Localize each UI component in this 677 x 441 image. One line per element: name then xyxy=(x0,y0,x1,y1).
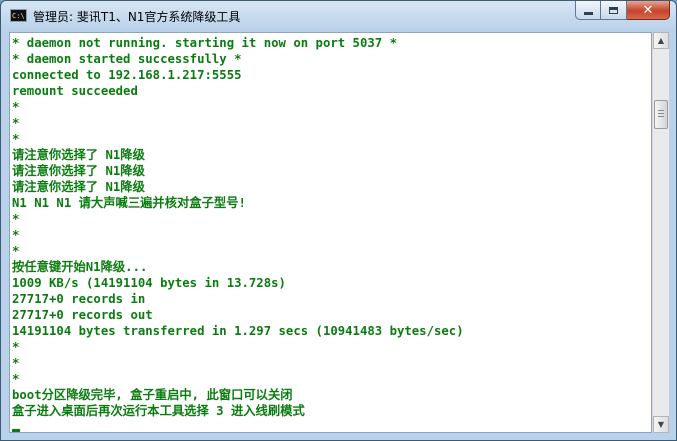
console-line: 27717+0 records in xyxy=(12,292,146,306)
console-line: * daemon not running. starting it now on… xyxy=(12,36,397,50)
console-lines: * daemon not running. starting it now on… xyxy=(12,35,464,419)
minimize-button[interactable] xyxy=(575,1,601,20)
console-line: * xyxy=(12,100,20,114)
console-line: 27717+0 records out xyxy=(12,308,153,322)
window-controls: ✕ xyxy=(575,1,670,21)
console-line: 盒子进入桌面后再次运行本工具选择 3 进入线刷模式 xyxy=(12,404,305,418)
title-bar[interactable]: C:\ 管理员: 斐讯T1、N1官方系统降级工具 ✕ xyxy=(1,1,676,33)
console-line: boot分区降级完毕, 盒子重启中, 此窗口可以关闭 xyxy=(12,388,293,402)
console-line: * xyxy=(12,340,20,354)
maximize-icon xyxy=(609,6,618,14)
console-line: * xyxy=(12,244,20,258)
scroll-down-button[interactable]: ▼ xyxy=(653,416,669,433)
scroll-thumb[interactable] xyxy=(654,100,668,129)
console-line: * xyxy=(12,212,20,226)
console-line: * xyxy=(12,132,20,146)
thumb-grip xyxy=(658,110,664,111)
console-line: N1 N1 N1 请大声喊三遍并核对盒子型号! xyxy=(12,196,246,210)
maximize-button[interactable] xyxy=(601,1,627,20)
console-line: * daemon started successfully * xyxy=(12,52,242,66)
window-title: 管理员: 斐讯T1、N1官方系统降级工具 xyxy=(33,10,241,24)
console-line: * xyxy=(12,116,20,130)
console-line: connected to 192.168.1.217:5555 xyxy=(12,68,242,82)
console-line: 1009 KB/s (14191104 bytes in 13.728s) xyxy=(12,276,286,290)
scroll-up-button[interactable]: ▲ xyxy=(653,32,669,49)
close-button[interactable]: ✕ xyxy=(627,1,670,20)
console-line: 请注意你选择了 N1降级 xyxy=(12,180,145,194)
minimize-icon xyxy=(583,11,593,15)
console-line: 请注意你选择了 N1降级 xyxy=(12,148,145,162)
console-line: * xyxy=(12,228,20,242)
console-output[interactable]: * daemon not running. starting it now on… xyxy=(9,32,652,433)
console-line: 按任意键开始N1降级... xyxy=(12,260,148,274)
thumb-grip xyxy=(658,116,664,117)
text-cursor xyxy=(12,429,20,432)
console-icon[interactable]: C:\ xyxy=(10,9,27,22)
console-window: C:\ 管理员: 斐讯T1、N1官方系统降级工具 ✕ * daemon not … xyxy=(0,0,677,441)
console-line: 请注意你选择了 N1降级 xyxy=(12,164,145,178)
console-line: 14191104 bytes transferred in 1.297 secs… xyxy=(12,324,464,338)
thumb-grip xyxy=(658,113,664,114)
console-line: remount succeeded xyxy=(12,84,138,98)
vertical-scrollbar[interactable]: ▲ ▼ xyxy=(652,32,669,433)
console-line: * xyxy=(12,356,20,370)
console-line: * xyxy=(12,372,20,386)
close-icon: ✕ xyxy=(642,2,654,18)
